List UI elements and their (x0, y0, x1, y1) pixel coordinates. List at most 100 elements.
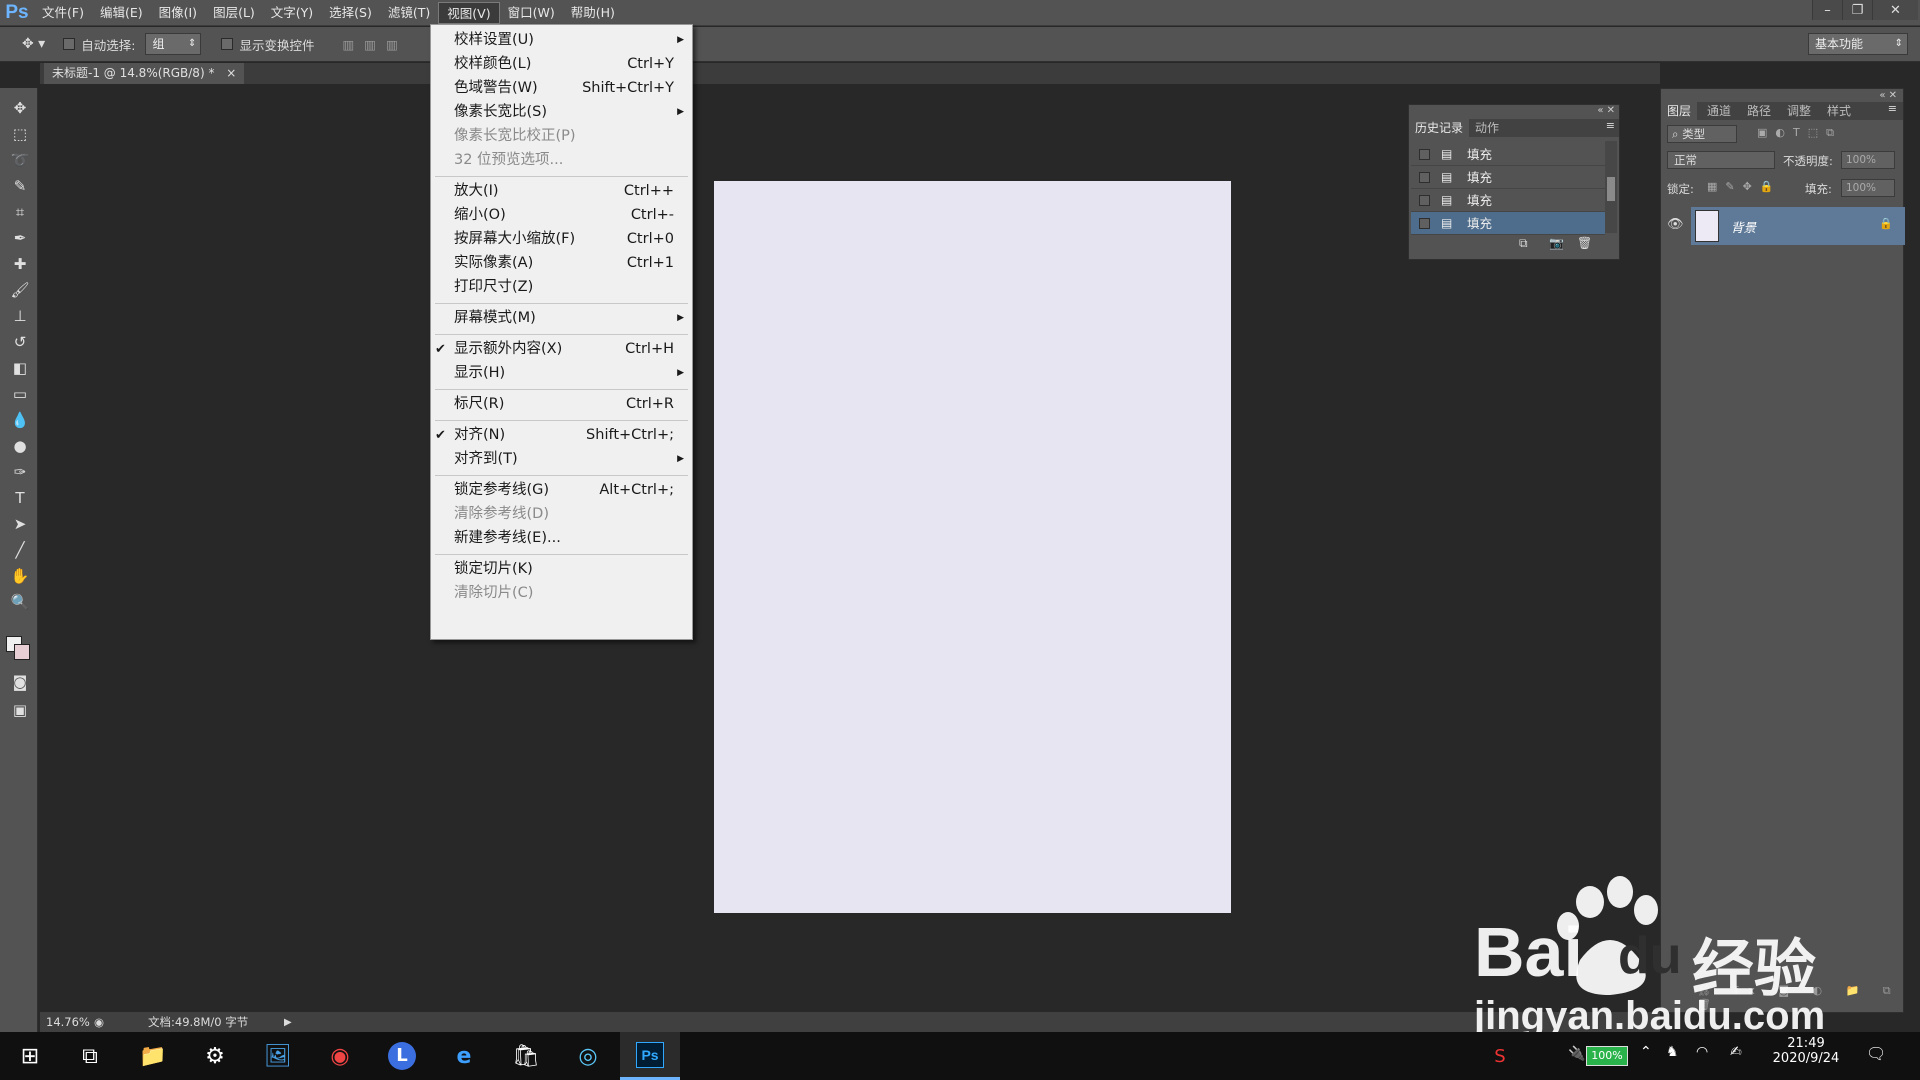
opacity-input[interactable]: 100% (1841, 151, 1895, 169)
power-plug-icon[interactable]: 🔌 (1568, 1046, 1585, 1062)
scrollbar-thumb[interactable] (1607, 177, 1615, 201)
tab-styles[interactable]: 样式 (1821, 102, 1857, 120)
view-menu-item[interactable]: 校样设置(U) ▶ (431, 29, 692, 52)
ie-icon[interactable]: e (444, 1038, 484, 1074)
history-scrollbar[interactable] (1605, 141, 1617, 233)
menu-item[interactable]: 帮助(H) (563, 2, 623, 24)
snapshot-icon[interactable]: 📷 (1549, 236, 1564, 250)
chrome-icon[interactable]: ◉ (320, 1038, 360, 1074)
history-row[interactable]: ▤ 填充 (1411, 143, 1605, 166)
store-icon[interactable]: 🛍 (506, 1038, 546, 1074)
history-row[interactable]: ▤ 填充 (1411, 189, 1605, 212)
panel-collapse-icon[interactable]: « ✕ (1597, 105, 1615, 116)
photoshop-taskbar-icon[interactable]: Ps (620, 1032, 680, 1080)
stamp-tool-icon[interactable]: ⊥ (9, 306, 31, 326)
menu-item[interactable]: 图层(L) (205, 2, 263, 24)
move-tool-icon[interactable]: ✥ (9, 98, 31, 118)
status-info-icon[interactable]: ◉ (94, 1012, 104, 1033)
menu-item[interactable]: 文字(Y) (263, 2, 321, 24)
auto-select-checkbox[interactable]: 自动选择: (63, 35, 135, 54)
pen-tool-icon[interactable]: ✑ (9, 462, 31, 482)
eyedropper-tool-icon[interactable]: ✒ (9, 228, 31, 248)
view-menu-item[interactable]: 标尺(R) Ctrl+R (431, 393, 692, 416)
view-menu-item[interactable]: 显示(H) ▶ (431, 362, 692, 385)
view-menu-item[interactable]: 按屏幕大小缩放(F) Ctrl+0 (431, 228, 692, 251)
view-menu-item[interactable]: ✔ 显示额外内容(X) Ctrl+H (431, 338, 692, 361)
hand-tool-icon[interactable]: ✋ (9, 566, 31, 586)
view-menu-item[interactable]: 缩小(O) Ctrl+- (431, 204, 692, 227)
tab-channels[interactable]: 通道 (1701, 102, 1737, 120)
panel-menu-icon[interactable]: ≡ (1606, 119, 1615, 132)
layer-name[interactable]: 背景 (1731, 217, 1756, 236)
tab-history[interactable]: 历史记录 (1409, 119, 1470, 137)
layer-filter-dropdown[interactable]: ⌕ 类型 (1667, 125, 1737, 143)
tab-actions[interactable]: 动作 (1469, 119, 1505, 137)
menu-item[interactable]: 视图(V) (438, 1, 500, 24)
file-explorer-icon[interactable]: 📁 (133, 1038, 173, 1074)
marquee-tool-icon[interactable]: ⬚ (9, 124, 31, 144)
history-row[interactable]: ▤ 填充 (1411, 212, 1605, 235)
view-menu-item[interactable]: 屏幕模式(M) ▶ (431, 307, 692, 330)
document-canvas[interactable] (714, 181, 1231, 913)
eye-icon[interactable]: 👁 (1667, 217, 1684, 232)
history-brush-source-box[interactable] (1419, 195, 1430, 206)
lasso-tool-icon[interactable]: ➰ (9, 150, 31, 170)
view-menu-item[interactable]: 新建参考线(E)... (431, 527, 692, 550)
photos-icon[interactable]: 🖼 (258, 1038, 298, 1074)
notification-icon[interactable]: 🗨 (1866, 1044, 1886, 1063)
align-icons[interactable]: ▥▥▥ (342, 37, 407, 52)
close-tab-icon[interactable]: × (226, 66, 236, 80)
tab-paths[interactable]: 路径 (1741, 102, 1777, 120)
lock-icons[interactable]: ▦✎✥🔒 (1707, 180, 1782, 193)
background-color-swatch[interactable] (14, 644, 30, 660)
menu-item[interactable]: 滤镜(T) (380, 2, 438, 24)
view-menu-item[interactable]: 像素长宽比(S) ▶ (431, 101, 692, 124)
view-menu-item[interactable]: ✔ 对齐(N) Shift+Ctrl+; (431, 424, 692, 447)
view-menu-item[interactable]: 校样颜色(L) Ctrl+Y (431, 53, 692, 76)
restore-button[interactable]: ❐ (1842, 0, 1872, 20)
blur-tool-icon[interactable]: 💧 (9, 410, 31, 430)
status-arrow-icon[interactable]: ▶ (284, 1012, 292, 1033)
task-view-icon[interactable]: ⧉ (70, 1038, 110, 1074)
view-menu-item[interactable]: 对齐到(T) ▶ (431, 448, 692, 471)
minimize-button[interactable]: – (1812, 0, 1842, 20)
history-brush-source-box[interactable] (1419, 149, 1430, 160)
settings-gear-icon[interactable]: ⚙ (195, 1038, 235, 1074)
show-transform-checkbox[interactable]: 显示变换控件 (221, 35, 314, 54)
tab-layers[interactable]: 图层 (1661, 102, 1698, 120)
gradient-tool-icon[interactable]: ▭ (9, 384, 31, 404)
menu-item[interactable]: 图像(I) (151, 2, 205, 24)
path-select-icon[interactable]: ➤ (9, 514, 31, 534)
crop-tool-icon[interactable]: ⌗ (9, 202, 31, 222)
close-button[interactable]: ✕ (1872, 0, 1918, 20)
eraser-tool-icon[interactable]: ◧ (9, 358, 31, 378)
wifi-icon[interactable]: ◠ (1696, 1044, 1708, 1060)
workspace-dropdown[interactable]: 基本功能 (1808, 33, 1908, 55)
zoom-level[interactable]: 14.76% (46, 1012, 90, 1033)
view-menu-item[interactable]: 色域警告(W) Shift+Ctrl+Y (431, 77, 692, 100)
fill-input[interactable]: 100% (1841, 179, 1895, 197)
menu-item[interactable]: 窗口(W) (500, 2, 563, 24)
sogou-icon[interactable]: S (1480, 1038, 1520, 1074)
history-row[interactable]: ▤ 填充 (1411, 166, 1605, 189)
screen-mode-icon[interactable]: ▣ (9, 700, 31, 720)
panel-collapse-icon[interactable]: « ✕ (1879, 90, 1897, 101)
new-document-from-state-icon[interactable]: ⧉ (1519, 236, 1528, 251)
history-brush-source-box[interactable] (1419, 172, 1430, 183)
history-brush-icon[interactable]: ↺ (9, 332, 31, 352)
move-tool-icon[interactable]: ✥ ▾ (22, 36, 45, 52)
qq-browser-icon[interactable]: ◎ (568, 1038, 608, 1074)
document-tab[interactable]: 未标题-1 @ 14.8%(RGB/8) * × (44, 63, 245, 84)
menu-item[interactable]: 编辑(E) (92, 2, 151, 24)
clock[interactable]: 21:49 2020/9/24 (1766, 1036, 1846, 1066)
blend-mode-dropdown[interactable]: 正常 (1667, 151, 1775, 169)
trash-icon[interactable]: 🗑 (1577, 236, 1592, 250)
brush-tool-icon[interactable]: 🖌 (9, 280, 31, 300)
tray-app-icon[interactable]: ♞ (1666, 1044, 1679, 1060)
l-app-icon[interactable]: L (382, 1038, 422, 1074)
dodge-tool-icon[interactable]: ● (9, 436, 31, 456)
layer-row-background[interactable]: 👁 背景 🔒 (1667, 207, 1905, 245)
healing-tool-icon[interactable]: ✚ (9, 254, 31, 274)
history-brush-source-box[interactable] (1419, 218, 1430, 229)
quick-mask-icon[interactable]: ◙ (9, 672, 31, 692)
